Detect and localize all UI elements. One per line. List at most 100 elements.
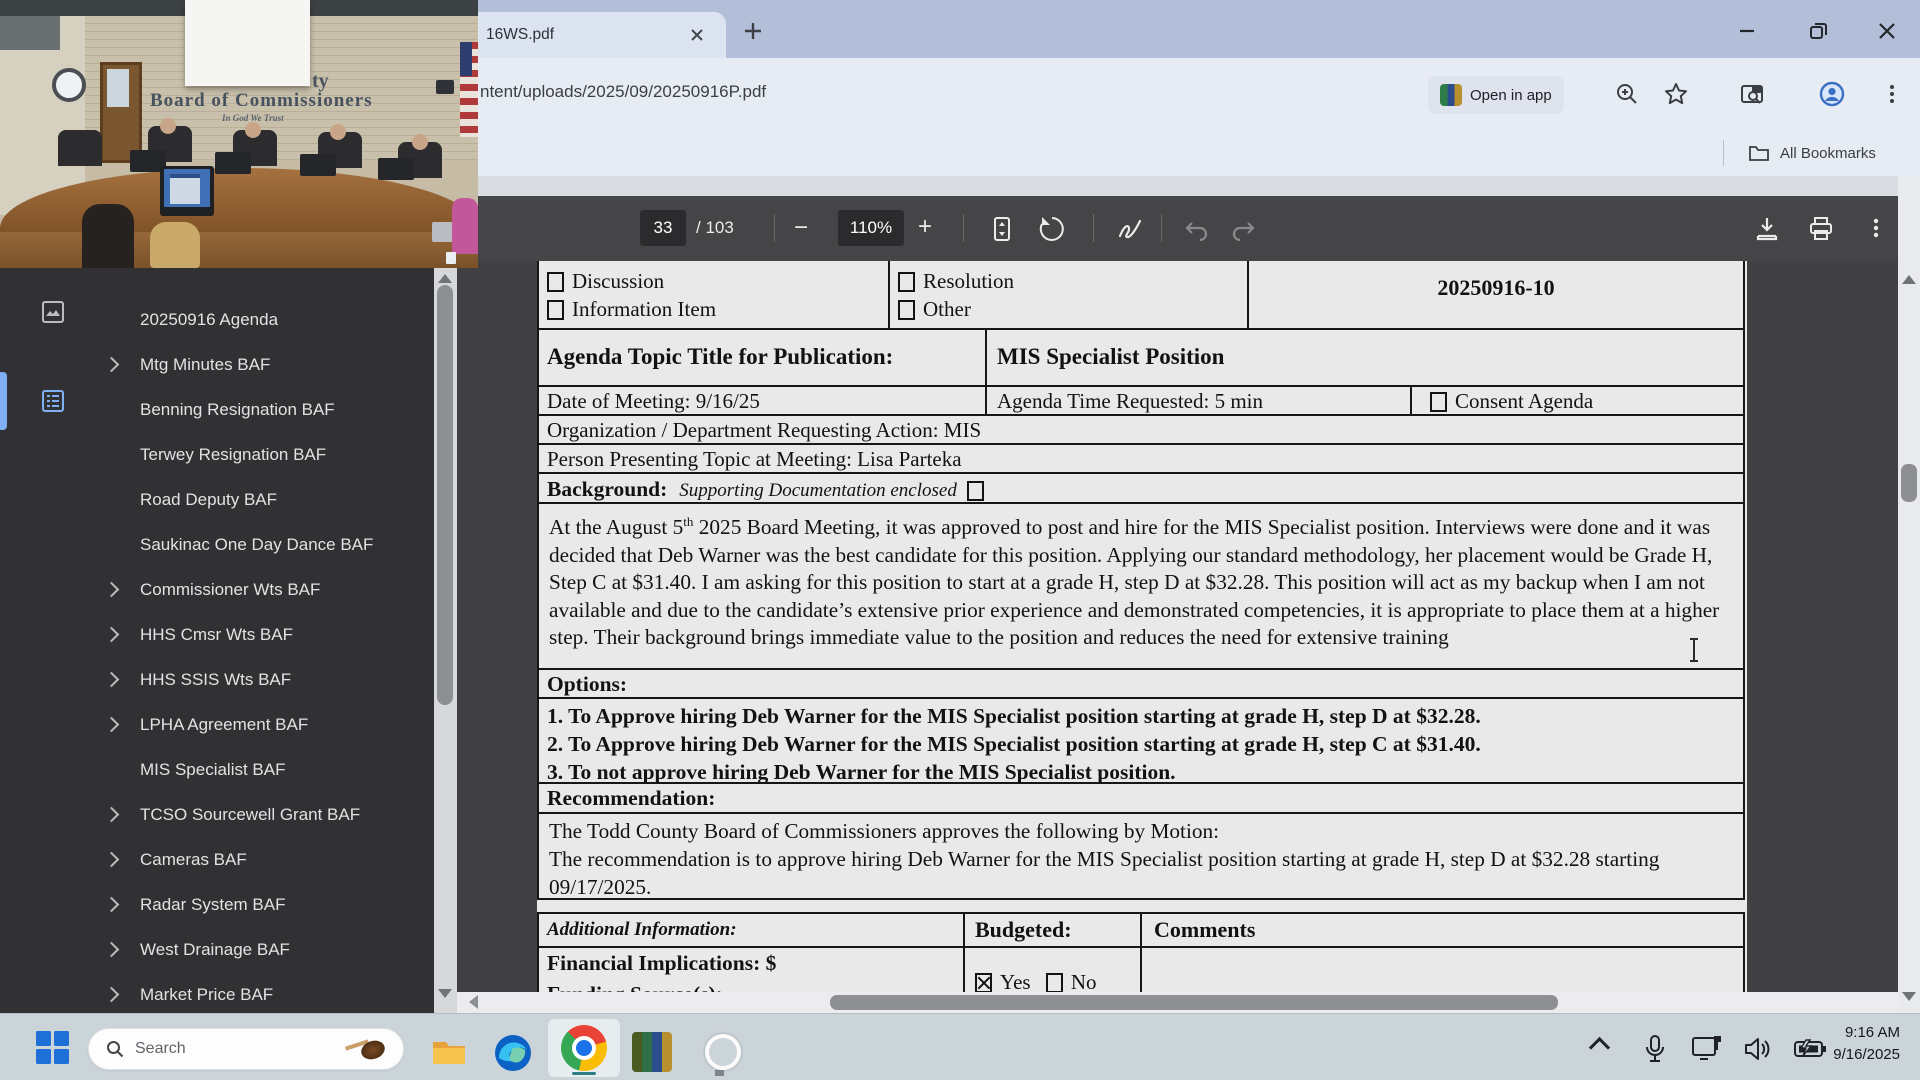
download-icon[interactable]	[1752, 214, 1782, 244]
item-type-cell-left: Discussion Information Item	[537, 261, 890, 330]
chrome-icon[interactable]	[561, 1025, 607, 1071]
microphone-icon[interactable]	[1642, 1034, 1668, 1064]
chevron-right-icon[interactable]	[103, 806, 120, 823]
checkbox-budgeted-no	[1045, 973, 1063, 992]
chevron-right-icon[interactable]	[103, 581, 120, 598]
scroll-down-arrow[interactable]	[438, 989, 452, 1005]
speaker-icon[interactable]	[1742, 1034, 1772, 1064]
new-tab-icon[interactable]	[740, 18, 766, 44]
outline-item[interactable]: 20250916 Agenda	[98, 297, 428, 342]
horizontal-scroll-thumb[interactable]	[830, 995, 1558, 1010]
scroll-up-arrow[interactable]	[1902, 268, 1916, 284]
fit-page-icon[interactable]	[987, 214, 1017, 244]
chevron-right-icon[interactable]	[103, 851, 120, 868]
outline-item[interactable]: HHS Cmsr Wts BAF	[98, 612, 428, 657]
search-icon	[107, 1041, 124, 1058]
agenda-topic-label-cell: Agenda Topic Title for Publication:	[537, 328, 987, 387]
meeting-video-feed[interactable]: ty Board of Commissioners In God We Trus…	[0, 0, 478, 268]
chrome-active-plate[interactable]	[548, 1019, 620, 1077]
consent-agenda-cell: Consent Agenda	[1410, 385, 1745, 416]
zoom-out-button[interactable]: −	[794, 216, 808, 240]
outline-item[interactable]: Radar System BAF	[98, 882, 428, 927]
scroll-down-arrow[interactable]	[1902, 992, 1916, 1008]
taskbar-clock[interactable]: 9:16 AM 9/16/2025	[1790, 1022, 1900, 1066]
open-in-app-button[interactable]: Open in app	[1428, 76, 1564, 114]
thumbnails-view-icon[interactable]	[40, 299, 66, 325]
person-head	[245, 122, 261, 138]
folder-icon	[1749, 146, 1769, 161]
wall-clock	[52, 68, 86, 102]
chevron-right-icon[interactable]	[103, 671, 120, 688]
chevron-right-icon[interactable]	[103, 626, 120, 643]
window-minimize-icon[interactable]	[1732, 16, 1762, 46]
outline-active-indicator	[0, 372, 7, 430]
outline-item[interactable]: LPHA Agreement BAF	[98, 702, 428, 747]
edge-icon[interactable]	[492, 1032, 534, 1074]
taskbar-search[interactable]: Search	[88, 1028, 404, 1070]
taskbar: Search 9:16 AM 9/16/2025	[0, 1013, 1920, 1080]
all-bookmarks-button[interactable]: All Bookmarks	[1748, 140, 1876, 166]
redo-icon[interactable]	[1229, 215, 1257, 243]
outline-item[interactable]: HHS SSIS Wts BAF	[98, 657, 428, 702]
rotate-icon[interactable]	[1037, 214, 1067, 244]
print-icon[interactable]	[1806, 214, 1836, 244]
outline-item[interactable]: MIS Specialist BAF	[98, 747, 428, 792]
toolbar-divider	[1093, 214, 1094, 242]
chevron-right-icon[interactable]	[103, 941, 120, 958]
scroll-left-arrow[interactable]	[462, 995, 478, 1009]
recommendation-text-cell: The Todd County Board of Commissioners a…	[537, 812, 1745, 900]
pinned-app-icon[interactable]	[632, 1032, 672, 1072]
outline-item[interactable]: Benning Resignation BAF	[98, 387, 428, 432]
display-cast-icon[interactable]	[1690, 1034, 1724, 1064]
outline-item[interactable]: Mtg Minutes BAF	[98, 342, 428, 387]
all-bookmarks-label: All Bookmarks	[1780, 144, 1876, 162]
zoom-in-button[interactable]: +	[918, 215, 932, 239]
start-button[interactable]	[36, 1031, 70, 1065]
window-close-icon[interactable]	[1872, 16, 1902, 46]
outline-item[interactable]: Terwey Resignation BAF	[98, 432, 428, 477]
page-vertical-scrollbar[interactable]	[1898, 176, 1920, 1013]
vertical-scroll-thumb[interactable]	[1901, 464, 1917, 502]
outline-list: 20250916 Agenda Mtg Minutes BAF Benning …	[98, 297, 428, 1017]
file-explorer-icon[interactable]	[428, 1032, 470, 1074]
chevron-right-icon[interactable]	[103, 986, 120, 1003]
outline-item[interactable]: Road Deputy BAF	[98, 477, 428, 522]
tab-close-icon[interactable]	[686, 24, 708, 46]
chevron-right-icon[interactable]	[103, 716, 120, 733]
url-bar[interactable]: ntent/uploads/2025/09/20250916P.pdf	[480, 82, 766, 102]
side-panel-search-icon[interactable]	[1738, 80, 1766, 108]
foreground-table	[0, 232, 478, 268]
sidebar-scroll-thumb[interactable]	[437, 285, 453, 705]
outline-item[interactable]: Cameras BAF	[98, 837, 428, 882]
time-requested-cell: Agenda Time Requested: 5 min	[985, 385, 1412, 416]
browser-menu-kebab-icon[interactable]	[1878, 80, 1906, 108]
date-cell: Date of Meeting: 9/16/25	[537, 385, 987, 416]
pdf-menu-kebab-icon[interactable]	[1862, 214, 1890, 242]
chevron-right-icon[interactable]	[103, 896, 120, 913]
outline-item[interactable]: TCSO Sourcewell Grant BAF	[98, 792, 428, 837]
outline-item[interactable]: Saukinac One Day Dance BAF	[98, 522, 428, 567]
chevron-right-icon[interactable]	[103, 356, 120, 373]
foreground-monitor	[160, 166, 214, 216]
outline-item[interactable]: West Drainage BAF	[98, 927, 428, 972]
presenter-cell: Person Presenting Topic at Meeting: Lisa…	[537, 443, 1745, 474]
pdf-horizontal-scrollbar[interactable]	[457, 992, 1898, 1013]
profile-icon[interactable]	[1818, 80, 1846, 108]
additional-info-cell: Additional Information:	[537, 912, 965, 948]
door	[100, 62, 142, 163]
outline-view-icon[interactable]	[40, 388, 66, 414]
outline-item[interactable]: Commissioner Wts BAF	[98, 567, 428, 612]
annotate-pen-icon[interactable]	[1115, 214, 1145, 244]
zoom-icon[interactable]	[1613, 80, 1641, 108]
sidebar-scrollbar[interactable]	[434, 261, 457, 1013]
outline-item[interactable]: Market Price BAF	[98, 972, 428, 1017]
scroll-up-arrow[interactable]	[438, 267, 452, 283]
loading-app-icon[interactable]	[700, 1032, 741, 1076]
tray-chevron-up-icon[interactable]	[1588, 1034, 1611, 1059]
zoom-level-input[interactable]: 110%	[838, 210, 904, 246]
bookmark-star-icon[interactable]	[1662, 80, 1690, 108]
desk-monitor	[378, 158, 414, 180]
undo-icon[interactable]	[1183, 215, 1211, 243]
window-restore-icon[interactable]	[1803, 16, 1833, 46]
page-number-input[interactable]: 33	[640, 210, 686, 246]
